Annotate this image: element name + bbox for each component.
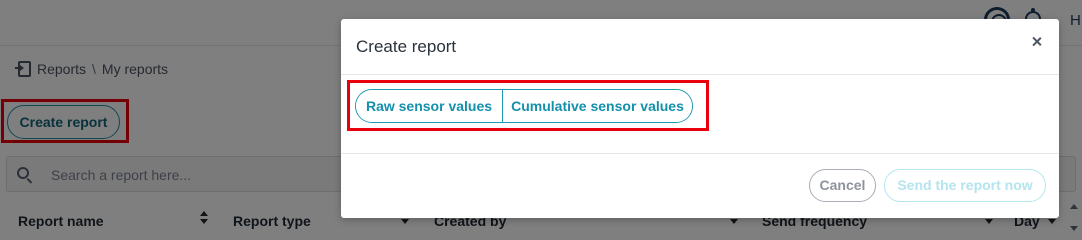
send-report-now-button[interactable]: Send the report now xyxy=(884,169,1046,202)
raw-sensor-values-button[interactable]: Raw sensor values xyxy=(356,90,502,122)
close-icon[interactable] xyxy=(1029,34,1045,50)
create-report-dialog: Create report Raw sensor values Cumulati… xyxy=(341,19,1059,218)
dialog-title: Create report xyxy=(356,37,457,56)
dialog-body: Raw sensor values Cumulative sensor valu… xyxy=(341,75,1059,154)
dialog-header: Create report xyxy=(341,19,1059,75)
dialog-footer: Cancel Send the report now xyxy=(341,154,1059,218)
report-type-toggle: Raw sensor values Cumulative sensor valu… xyxy=(355,89,693,123)
cumulative-sensor-values-button[interactable]: Cumulative sensor values xyxy=(502,90,692,122)
cancel-button[interactable]: Cancel xyxy=(809,169,876,202)
